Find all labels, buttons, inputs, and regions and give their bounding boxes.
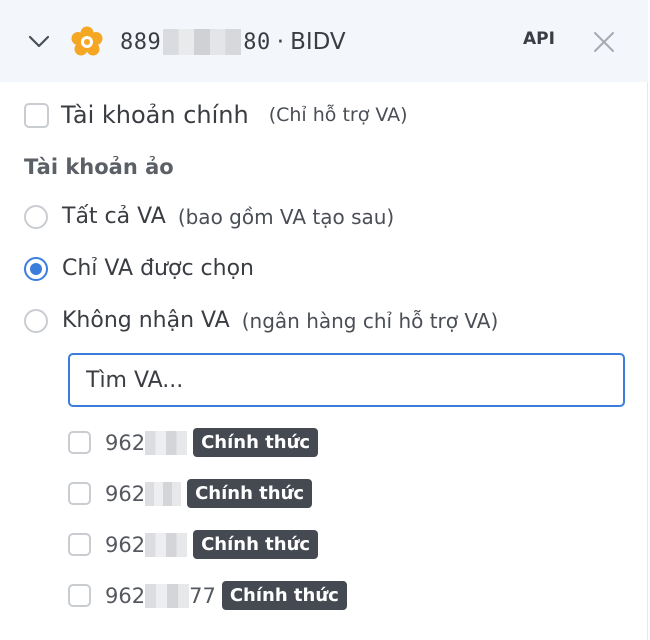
va-list-item[interactable]: 962 77 Chính thức (68, 581, 347, 610)
va-item-checkbox[interactable] (68, 431, 91, 454)
account-header: 889 80 · BIDV API (0, 0, 648, 82)
va-search-input[interactable] (68, 353, 625, 407)
close-icon[interactable] (592, 30, 616, 54)
va-list-item[interactable]: 962 Chính thức (68, 428, 319, 457)
va-option-all-hint: (bao gồm VA tạo sau) (177, 204, 395, 229)
va-option-selected[interactable]: Chỉ VA được chọn (24, 256, 254, 281)
main-account-checkbox[interactable] (24, 102, 49, 128)
va-item-number: 962 77 (105, 583, 216, 608)
va-item-number: 962 (105, 532, 188, 557)
va-option-none-radio[interactable] (24, 308, 48, 333)
account-number-suffix: 80 (243, 29, 271, 55)
va-item-checkbox[interactable] (68, 482, 91, 505)
va-number-redacted (145, 583, 190, 608)
account-config-panel: 889 80 · BIDV API Tài khoản chính (Chỉ h… (0, 0, 648, 640)
va-option-none-label: Không nhận VA (62, 308, 230, 333)
va-number-redacted (145, 430, 188, 455)
va-option-selected-label: Chỉ VA được chọn (62, 256, 254, 281)
api-button[interactable]: API (523, 29, 555, 49)
va-number-prefix: 962 (105, 430, 146, 455)
va-status-badge: Chính thức (221, 581, 347, 610)
va-status-badge: Chính thức (193, 530, 319, 559)
va-option-none-hint: (ngân hàng chỉ hỗ trợ VA) (241, 308, 499, 333)
va-item-number: 962 (105, 430, 188, 455)
va-number-suffix: 77 (189, 583, 216, 608)
account-number-prefix: 889 (120, 29, 162, 55)
main-account-label: Tài khoản chính (61, 101, 249, 129)
va-list-item[interactable]: 962 Chính thức (68, 530, 319, 559)
va-status-badge: Chính thức (187, 479, 313, 508)
va-option-selected-radio[interactable] (24, 256, 48, 281)
main-account-row[interactable]: Tài khoản chính (Chỉ hỗ trợ VA) (24, 101, 408, 129)
va-number-redacted (145, 532, 188, 557)
va-number-prefix: 962 (105, 532, 146, 557)
separator-dot: · (276, 29, 285, 55)
main-account-hint: (Chỉ hỗ trợ VA) (268, 104, 408, 126)
account-title: 889 80 · BIDV (120, 25, 346, 59)
chevron-down-icon[interactable] (27, 31, 51, 51)
bank-name: BIDV (290, 29, 346, 55)
va-item-checkbox[interactable] (68, 584, 91, 607)
va-option-all[interactable]: Tất cả VA (bao gồm VA tạo sau) (24, 204, 394, 229)
va-option-all-radio[interactable] (24, 204, 48, 229)
va-option-none[interactable]: Không nhận VA (ngân hàng chỉ hỗ trợ VA) (24, 308, 498, 333)
va-list-item[interactable]: 962 Chính thức (68, 479, 313, 508)
account-number-redacted (163, 29, 242, 55)
va-number-prefix: 962 (105, 583, 146, 608)
va-option-all-label: Tất cả VA (62, 204, 166, 229)
va-number-prefix: 962 (105, 481, 146, 506)
va-number-redacted (145, 481, 182, 506)
virtual-accounts-title: Tài khoản ảo (24, 155, 174, 179)
va-item-checkbox[interactable] (68, 533, 91, 556)
va-item-number: 962 (105, 481, 182, 506)
va-status-badge: Chính thức (193, 428, 319, 457)
bank-logo-icon (71, 26, 103, 56)
